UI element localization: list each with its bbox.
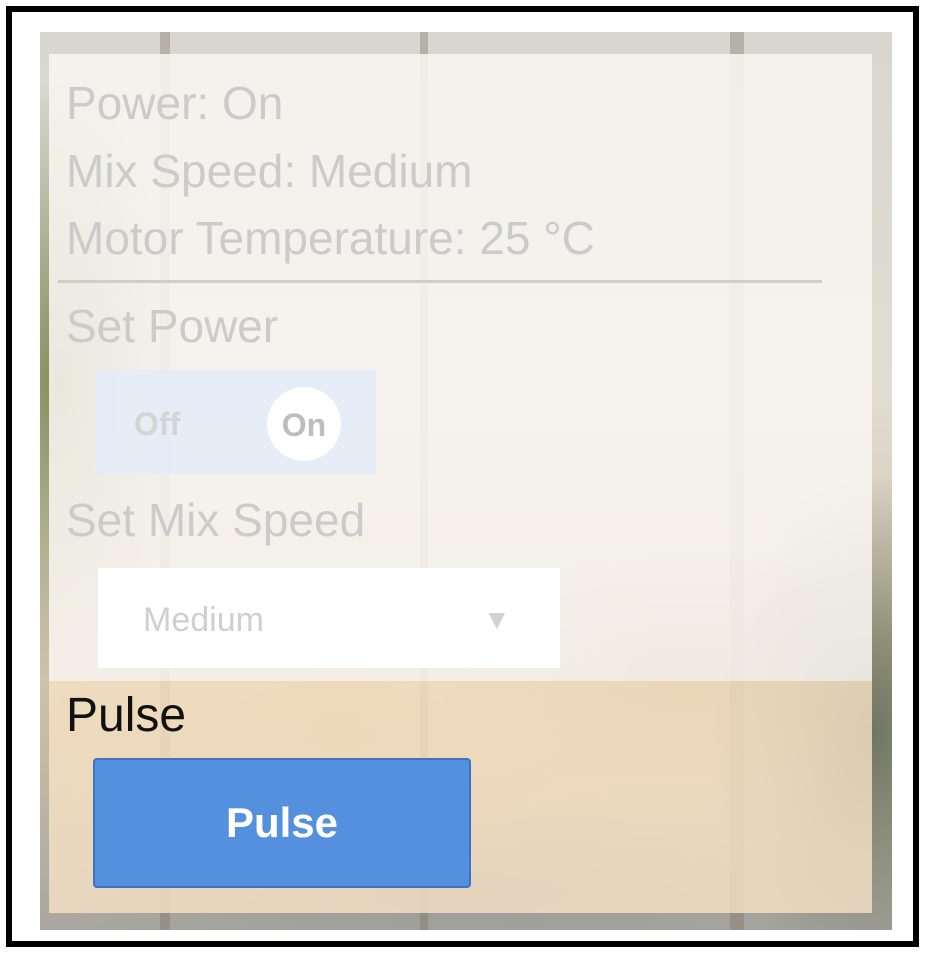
mix-speed-select[interactable]: Medium ▼ (98, 568, 560, 668)
power-status: Power: On (66, 77, 284, 129)
dropdown-arrow-icon: ▼ (483, 604, 511, 635)
set-power-label: Set Power (66, 300, 279, 352)
toggle-off-label: Off (134, 406, 181, 442)
pulse-label: Pulse (66, 689, 187, 742)
divider (58, 280, 822, 283)
toggle-knob[interactable]: On (267, 387, 341, 461)
set-mix-speed-label: Set Mix Speed (66, 494, 366, 546)
toggle-on-label: On (281, 407, 327, 443)
mix-speed-selected-value: Medium (143, 601, 264, 639)
pulse-button[interactable]: Pulse (93, 758, 471, 888)
mix-speed-status: Mix Speed: Medium (66, 145, 473, 197)
power-toggle[interactable]: Off On (96, 370, 376, 474)
motor-temperature-status: Motor Temperature: 25 °C (66, 212, 595, 264)
